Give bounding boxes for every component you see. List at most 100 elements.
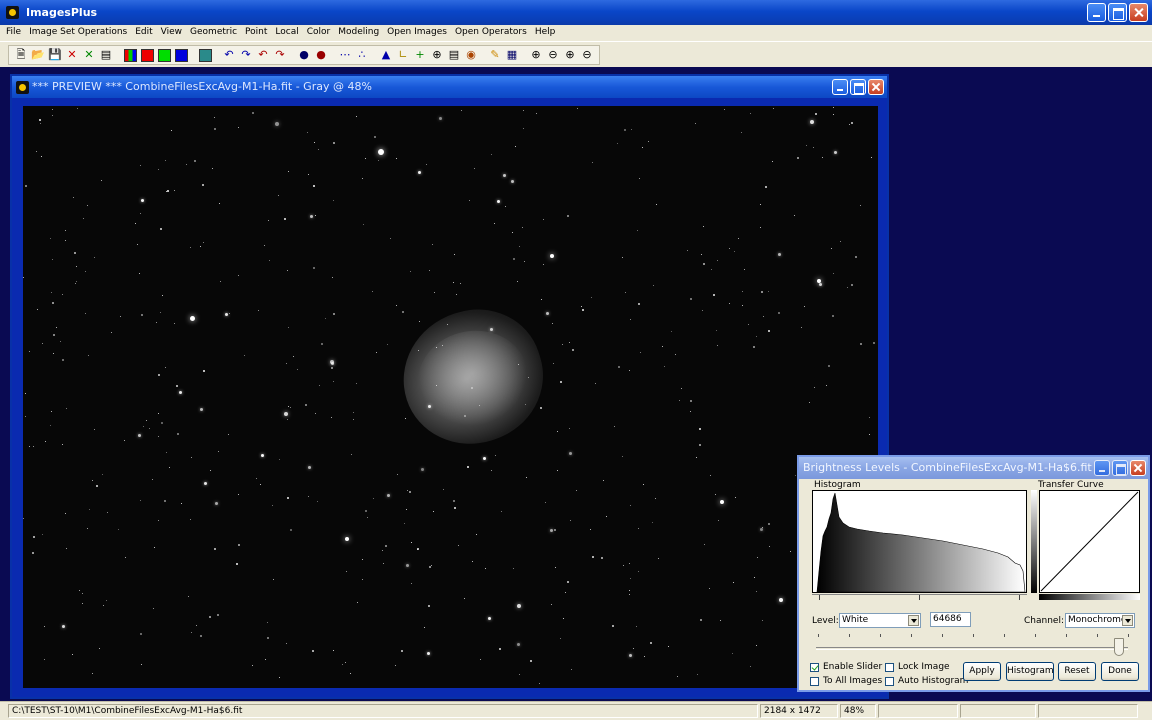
histogram-icon[interactable]: ▲ xyxy=(378,47,394,63)
menu-image-set-operations[interactable]: Image Set Operations xyxy=(25,25,131,39)
star xyxy=(429,270,430,271)
menu-local[interactable]: Local xyxy=(271,25,302,39)
close-button[interactable] xyxy=(1129,3,1148,22)
undo-all-icon[interactable]: ↶ xyxy=(255,47,271,63)
cross-icon[interactable]: ⊕ xyxy=(429,47,445,63)
point-icon[interactable]: ● xyxy=(296,47,312,63)
histogram-button[interactable]: Histogram xyxy=(1006,662,1054,681)
star xyxy=(513,568,514,569)
star xyxy=(265,659,266,660)
star xyxy=(464,598,465,599)
menu-color[interactable]: Color xyxy=(303,25,335,39)
green-channel-icon[interactable] xyxy=(156,47,172,63)
crop-icon[interactable]: ∟ xyxy=(395,47,411,63)
level-slider-track[interactable] xyxy=(816,647,1128,650)
redo-all-icon[interactable]: ↷ xyxy=(272,47,288,63)
level-number-input[interactable]: 64686 xyxy=(930,612,971,627)
menu-modeling[interactable]: Modeling xyxy=(334,25,383,39)
info-icon[interactable]: ▤ xyxy=(446,47,462,63)
done-button[interactable]: Done xyxy=(1101,662,1139,681)
image-icon[interactable] xyxy=(197,47,213,63)
apply-button[interactable]: Apply xyxy=(963,662,1001,681)
star xyxy=(308,174,309,175)
menu-file[interactable]: File xyxy=(2,25,25,39)
rgb-icon[interactable] xyxy=(122,47,138,63)
new-icon[interactable]: 🗎 xyxy=(13,47,29,63)
checkbox-box[interactable] xyxy=(810,677,819,686)
menu-point[interactable]: Point xyxy=(241,25,271,39)
record-icon[interactable]: ● xyxy=(313,47,329,63)
menu-geometric[interactable]: Geometric xyxy=(186,25,241,39)
preview-close-button[interactable] xyxy=(868,79,884,95)
save-icon[interactable]: 💾 xyxy=(47,47,63,63)
star xyxy=(699,428,701,430)
dialog-close-button[interactable] xyxy=(1130,460,1146,476)
star xyxy=(308,466,311,469)
checkbox-box[interactable] xyxy=(885,677,894,686)
pencil-icon[interactable]: ✎ xyxy=(487,47,503,63)
star xyxy=(307,132,308,133)
dialog-minimize-button[interactable] xyxy=(1094,460,1110,476)
star xyxy=(363,224,364,225)
zoom-fit-icon[interactable]: ⊕ xyxy=(562,47,578,63)
preview-maximize-button[interactable] xyxy=(850,79,866,95)
level-slider-thumb[interactable] xyxy=(1113,638,1124,656)
reset-button[interactable]: Reset xyxy=(1058,662,1096,681)
redo-icon[interactable]: ↷ xyxy=(238,47,254,63)
dialog-maximize-button[interactable] xyxy=(1112,460,1128,476)
star xyxy=(25,416,26,417)
print-icon[interactable]: ▤ xyxy=(98,47,114,63)
graph-icon[interactable]: ∴ xyxy=(354,47,370,63)
star xyxy=(631,129,632,130)
checkbox-box[interactable] xyxy=(810,663,819,672)
star xyxy=(530,660,532,662)
checkbox-box[interactable] xyxy=(885,663,894,672)
menu-help[interactable]: Help xyxy=(531,25,560,39)
red-channel-icon[interactable] xyxy=(139,47,155,63)
star xyxy=(735,497,736,498)
channel-select[interactable]: Monochrome xyxy=(1065,613,1135,628)
star xyxy=(454,254,455,255)
preview-minimize-button[interactable] xyxy=(832,79,848,95)
menu-open-images[interactable]: Open Images xyxy=(383,25,451,39)
zoom-in-icon[interactable]: ⊕ xyxy=(528,47,544,63)
open-icon[interactable]: 📂 xyxy=(30,47,46,63)
lock-image-checkbox[interactable]: Lock Image xyxy=(885,662,950,673)
star xyxy=(312,650,314,652)
star xyxy=(395,665,396,666)
preview-title-bar[interactable]: *** PREVIEW *** CombineFilesExcAvg-M1-Ha… xyxy=(12,76,887,98)
paint-icon[interactable]: ◉ xyxy=(463,47,479,63)
maximize-button[interactable] xyxy=(1108,3,1127,22)
enable-slider-checkbox[interactable]: Enable Slider xyxy=(810,662,882,673)
star xyxy=(697,674,698,675)
image-canvas[interactable] xyxy=(23,106,878,688)
status-panel-3 xyxy=(1038,704,1138,718)
star xyxy=(760,204,761,205)
star xyxy=(869,417,870,418)
blue-channel-icon[interactable] xyxy=(173,47,189,63)
star xyxy=(177,433,179,435)
zoom-actual-icon[interactable]: ⊖ xyxy=(579,47,595,63)
level-select[interactable]: White xyxy=(839,613,921,628)
grid-icon[interactable]: ▦ xyxy=(504,47,520,63)
crosshair-icon[interactable]: + xyxy=(412,47,428,63)
menu-open-operators[interactable]: Open Operators xyxy=(451,25,531,39)
chevron-down-icon[interactable] xyxy=(908,615,919,626)
menu-view[interactable]: View xyxy=(157,25,186,39)
star xyxy=(141,664,142,665)
to-all-images-checkbox[interactable]: To All Images xyxy=(810,676,882,687)
star xyxy=(287,419,288,420)
dialog-title-bar[interactable]: Brightness Levels - CombineFilesExcAvg-M… xyxy=(799,457,1148,479)
star xyxy=(406,509,407,510)
close-image-icon[interactable]: ✕ xyxy=(64,47,80,63)
star xyxy=(143,426,144,427)
selection-icon[interactable]: ⋯ xyxy=(337,47,353,63)
close-all-icon[interactable]: ✕ xyxy=(81,47,97,63)
chevron-down-icon[interactable] xyxy=(1122,615,1133,626)
menu-edit[interactable]: Edit xyxy=(131,25,156,39)
zoom-out-icon[interactable]: ⊖ xyxy=(545,47,561,63)
undo-icon[interactable]: ↶ xyxy=(221,47,237,63)
auto-histogram-checkbox[interactable]: Auto Histogram xyxy=(885,676,968,687)
minimize-button[interactable] xyxy=(1087,3,1106,22)
star xyxy=(711,269,712,270)
